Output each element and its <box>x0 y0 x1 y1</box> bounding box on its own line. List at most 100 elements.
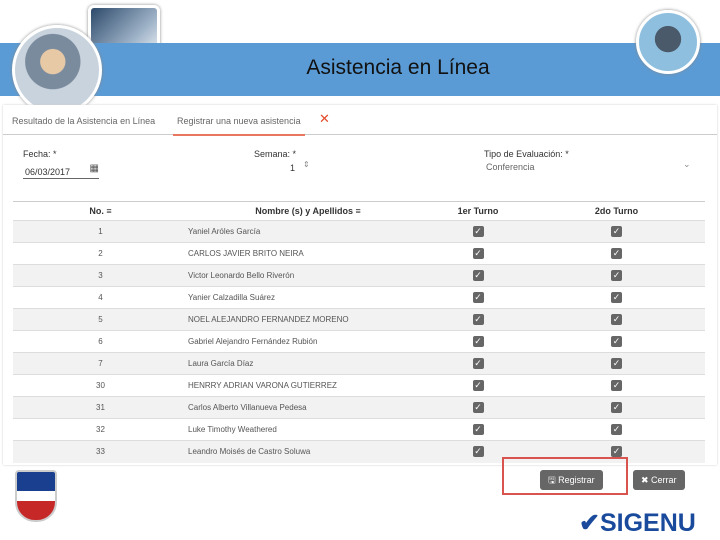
table-row: 2 CARLOS JAVIER BRITO NEIRA ✓ ✓ <box>13 242 705 265</box>
turno1-checkbox[interactable]: ✓ <box>428 264 528 287</box>
row-no: 33 <box>13 440 188 463</box>
check-icon: ✓ <box>611 248 622 259</box>
col-turno2: 2do Turno <box>528 201 705 221</box>
turno1-checkbox[interactable]: ✓ <box>428 418 528 441</box>
check-icon: ✓ <box>472 248 484 259</box>
turno1-checkbox[interactable]: ✓ <box>428 396 528 419</box>
check-icon: ✓ <box>472 446 484 458</box>
check-icon: ✓ <box>611 380 622 391</box>
tab-results[interactable]: Resultado de la Asistencia en Línea <box>12 116 155 126</box>
row-no: 3 <box>13 264 188 287</box>
header-photo <box>12 25 102 115</box>
check-icon: ✓ <box>472 270 484 281</box>
col-no[interactable]: No. ≡ <box>13 201 188 221</box>
turno2-checkbox[interactable]: ✓ <box>528 396 705 419</box>
table-row: 1 Yaniel Aróles García ✓ ✓ <box>13 220 705 243</box>
turno2-checkbox[interactable]: ✓ <box>528 418 705 441</box>
check-icon: ✓ <box>472 402 484 413</box>
row-no: 30 <box>13 374 188 397</box>
turno2-checkbox[interactable]: ✓ <box>528 352 705 375</box>
register-button[interactable]: 🖫 Registrar <box>540 470 603 490</box>
turno1-checkbox[interactable]: ✓ <box>428 330 528 353</box>
calendar-icon[interactable]: ▦ <box>90 163 99 174</box>
fecha-input[interactable]: 06/03/2017 ▦ <box>23 163 99 179</box>
attendance-panel: Resultado de la Asistencia en Línea Regi… <box>3 105 717 465</box>
check-icon: ✓ <box>611 358 622 369</box>
close-button[interactable]: ✖ Cerrar <box>633 470 685 490</box>
table-row: 7 Laura García Díaz ✓ ✓ <box>13 352 705 375</box>
check-icon: ✓ <box>611 314 622 325</box>
check-icon: ✓ <box>472 292 484 303</box>
turno1-checkbox[interactable]: ✓ <box>428 352 528 375</box>
row-no: 1 <box>13 220 188 243</box>
table-row: 30 HENRRY ADRIAN VARONA GUTIERREZ ✓ ✓ <box>13 374 705 397</box>
turno2-checkbox[interactable]: ✓ <box>528 220 705 243</box>
semana-input[interactable]: 1 <box>290 163 295 173</box>
check-icon: ✓ <box>611 336 622 347</box>
tab-register[interactable]: Registrar una nueva asistencia <box>173 116 305 136</box>
table-row: 3 Victor Leonardo Bello Riverón ✓ ✓ <box>13 264 705 287</box>
attendance-table: No. ≡ Nombre (s) y Apellidos ≡ 1er Turno… <box>13 201 705 463</box>
row-name: Leandro Moisés de Castro Soluwa <box>188 440 428 463</box>
tipo-label: Tipo de Evaluación: * <box>484 149 569 159</box>
check-icon: ✓ <box>611 292 622 303</box>
tipo-select[interactable]: Conferencia <box>486 162 535 172</box>
row-no: 31 <box>13 396 188 419</box>
row-name: Luke Timothy Weathered <box>188 418 428 441</box>
turno2-checkbox[interactable]: ✓ <box>528 308 705 331</box>
page-title: Asistencia en Línea <box>306 56 490 79</box>
close-tab-icon[interactable]: ✕ <box>319 111 330 127</box>
row-no: 2 <box>13 242 188 265</box>
check-icon: ✓ <box>611 402 622 413</box>
check-icon: ✓ <box>472 358 484 369</box>
turno1-checkbox[interactable]: ✓ <box>428 220 528 243</box>
header-photo <box>636 10 700 74</box>
row-no: 6 <box>13 330 188 353</box>
row-name: CARLOS JAVIER BRITO NEIRA <box>188 242 428 265</box>
turno2-checkbox[interactable]: ✓ <box>528 242 705 265</box>
turno1-checkbox[interactable]: ✓ <box>428 286 528 309</box>
check-icon: ✓ <box>472 226 484 237</box>
row-name: Victor Leonardo Bello Riverón <box>188 264 428 287</box>
fecha-label: Fecha: * <box>23 149 57 159</box>
fecha-value: 06/03/2017 <box>25 167 71 177</box>
chevron-down-icon[interactable]: ⌄ <box>683 159 691 170</box>
turno1-checkbox[interactable]: ✓ <box>428 242 528 265</box>
col-name[interactable]: Nombre (s) y Apellidos ≡ <box>188 201 428 221</box>
sigenu-logo: ✔SIGENU <box>579 509 696 537</box>
row-name: Carlos Alberto Villanueva Pedesa <box>188 396 428 419</box>
row-name: Yaniel Aróles García <box>188 220 428 243</box>
table-row: 4 Yanier Calzadilla Suárez ✓ ✓ <box>13 286 705 309</box>
check-icon: ✓ <box>472 314 484 325</box>
turno2-checkbox[interactable]: ✓ <box>528 330 705 353</box>
row-no: 5 <box>13 308 188 331</box>
table-row: 32 Luke Timothy Weathered ✓ ✓ <box>13 418 705 441</box>
col-turno1: 1er Turno <box>428 201 528 221</box>
row-no: 4 <box>13 286 188 309</box>
tab-bar: Resultado de la Asistencia en Línea Regi… <box>3 105 717 136</box>
university-logo <box>15 470 57 522</box>
stepper-icon[interactable]: ⇕ <box>303 160 310 169</box>
table-row: 5 NOEL ALEJANDRO FERNANDEZ MORENO ✓ ✓ <box>13 308 705 331</box>
row-name: HENRRY ADRIAN VARONA GUTIERREZ <box>188 374 428 397</box>
check-icon: ✓ <box>611 226 622 237</box>
turno2-checkbox[interactable]: ✓ <box>528 264 705 287</box>
turno1-checkbox[interactable]: ✓ <box>428 374 528 397</box>
turno1-checkbox[interactable]: ✓ <box>428 308 528 331</box>
row-no: 7 <box>13 352 188 375</box>
check-icon: ✓ <box>472 380 484 391</box>
check-icon: ✓ <box>611 424 622 435</box>
check-icon: ✓ <box>611 446 622 458</box>
check-icon: ✓ <box>472 424 484 435</box>
table-row: 31 Carlos Alberto Villanueva Pedesa ✓ ✓ <box>13 396 705 419</box>
check-icon: ✓ <box>611 270 622 281</box>
row-name: Yanier Calzadilla Suárez <box>188 286 428 309</box>
turno2-checkbox[interactable]: ✓ <box>528 374 705 397</box>
row-name: Gabriel Alejandro Fernández Rubión <box>188 330 428 353</box>
table-row: 6 Gabriel Alejandro Fernández Rubión ✓ ✓ <box>13 330 705 353</box>
check-icon: ✓ <box>472 336 484 347</box>
row-name: Laura García Díaz <box>188 352 428 375</box>
semana-label: Semana: * <box>254 149 297 159</box>
turno2-checkbox[interactable]: ✓ <box>528 286 705 309</box>
row-no: 32 <box>13 418 188 441</box>
